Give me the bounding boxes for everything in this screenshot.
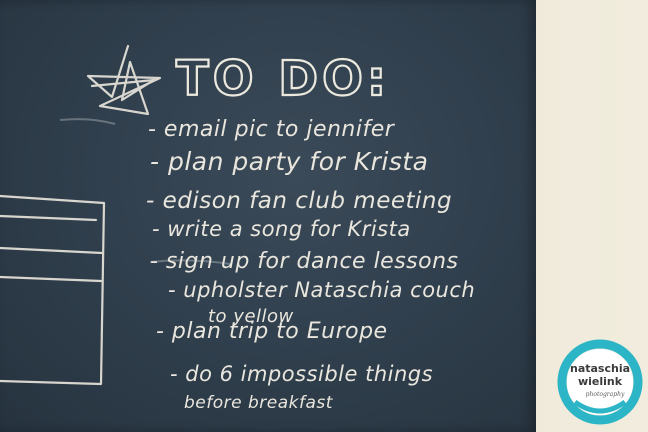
star-icon: [86, 44, 162, 116]
todo-title: TO DO:: [176, 51, 390, 107]
chalk-box-sketch: [0, 194, 106, 386]
todo-item-5: - sign up for dance lessons: [150, 249, 459, 274]
photographer-logo: nataschia wielink photography: [557, 339, 643, 425]
todo-item-2: - plan party for Krista: [150, 147, 429, 176]
todo-item-7: - plan trip to Europe: [156, 319, 388, 344]
logo-text-line2: wielink: [578, 375, 623, 388]
chalk-drawing: TO DO: - email pic to jennifer - plan pa…: [0, 44, 643, 425]
logo-text-line3: photography: [586, 391, 625, 398]
todo-item-8-continued: before breakfast: [184, 393, 334, 413]
todo-item-1: - email pic to jennifer: [148, 117, 396, 142]
todo-item-8: - do 6 impossible things: [170, 362, 433, 386]
todo-item-4: - write a song for Krista: [152, 217, 411, 241]
logo-text-line1: nataschia: [570, 362, 630, 375]
todo-item-6: - upholster Nataschia couch: [168, 278, 475, 302]
todo-item-3: - edison fan club meeting: [146, 188, 452, 214]
photo-scene: TO DO: - email pic to jennifer - plan pa…: [0, 0, 648, 432]
